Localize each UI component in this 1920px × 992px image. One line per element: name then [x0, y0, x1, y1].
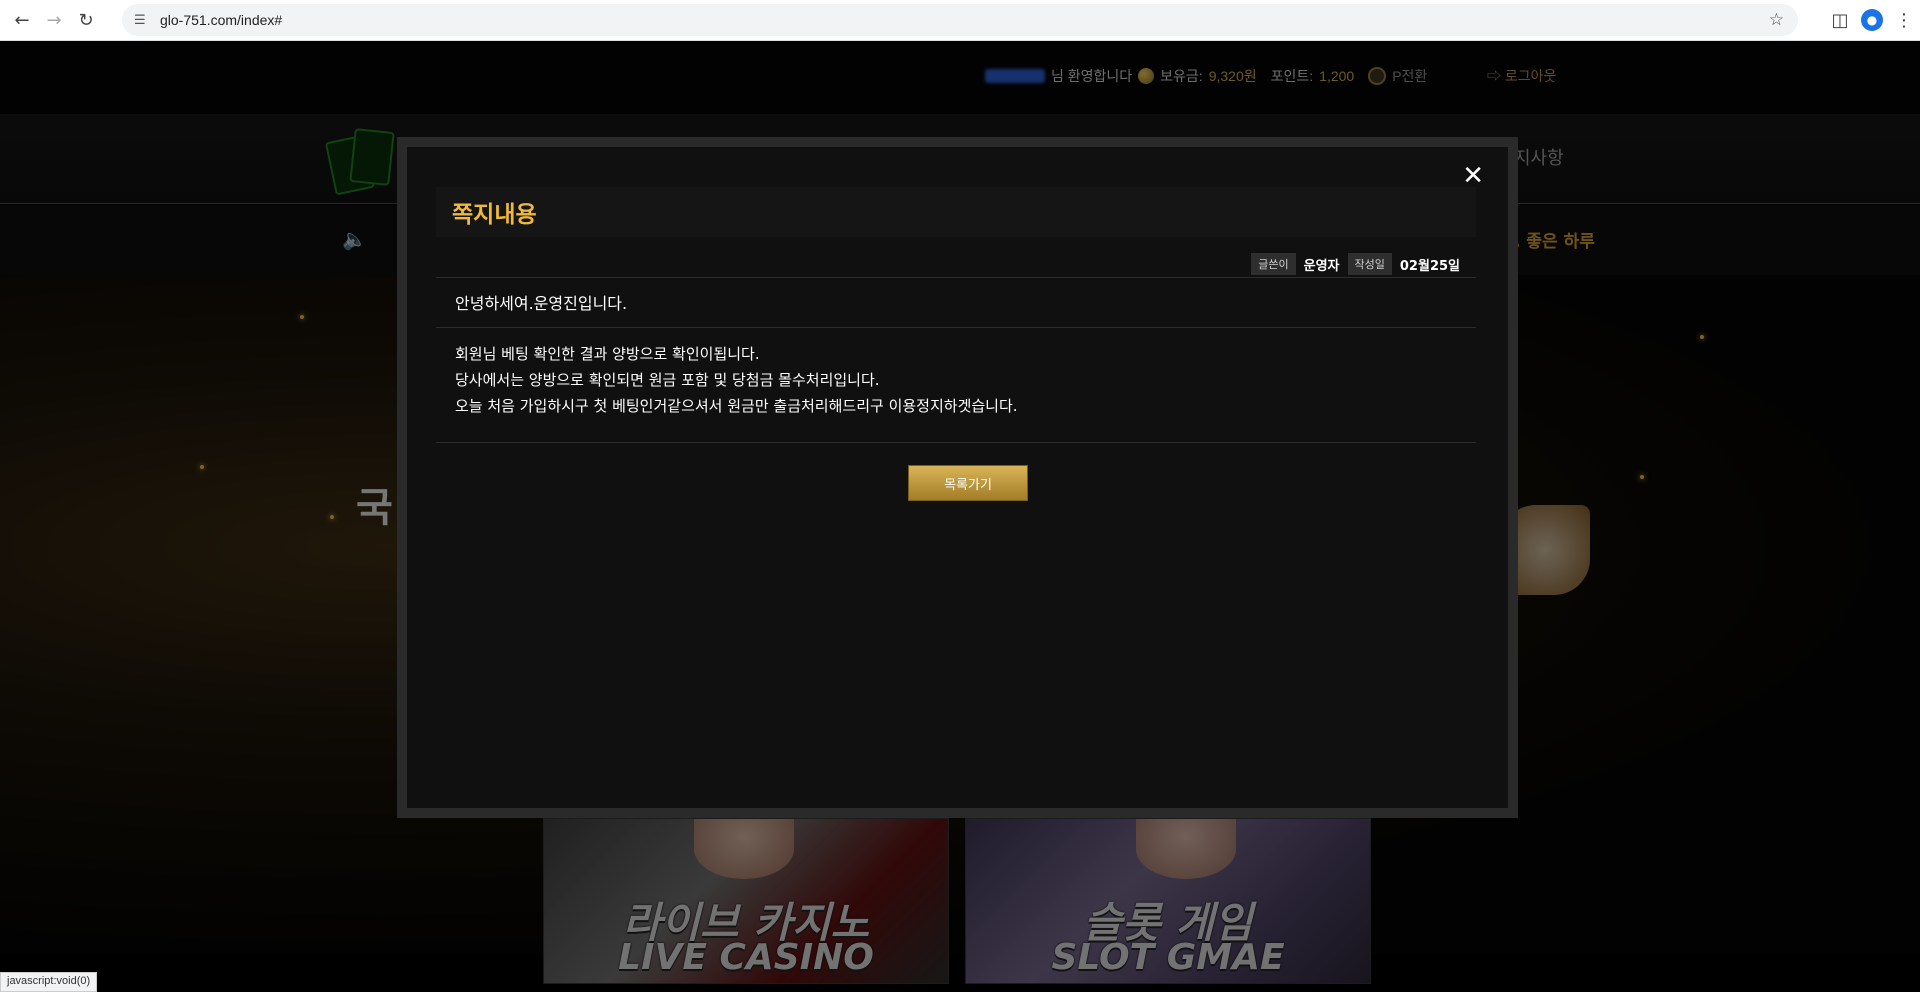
divider [436, 327, 1476, 328]
menu-dots-icon[interactable]: ⋮ [1888, 4, 1920, 36]
message-subject: 안녕하세여.운영진입니다. [455, 294, 628, 313]
author-label: 글쓴이 [1251, 253, 1296, 275]
author-value: 운영자 [1303, 258, 1340, 274]
divider [436, 442, 1476, 443]
modal-header: 쪽지내용 [436, 187, 1476, 237]
message-meta: 글쓴이 운영자 작성일 02월25일 [1251, 253, 1460, 275]
status-bar-url: javascript:void(0) [0, 972, 98, 992]
modal-title: 쪽지내용 [452, 202, 537, 228]
message-body: 회원님 베팅 확인한 결과 양방으로 확인이됩니다. 당사에서는 양방으로 확인… [455, 341, 1018, 419]
side-panel-icon[interactable]: ◫ [1824, 4, 1856, 36]
message-line: 회원님 베팅 확인한 결과 양방으로 확인이됩니다. [455, 345, 760, 363]
message-line: 당사에서는 양방으로 확인되면 원금 포함 및 당첨금 몰수처리입니다. [455, 371, 880, 389]
forward-arrow-icon[interactable]: → [38, 4, 70, 36]
reload-icon[interactable]: ↻ [70, 4, 102, 36]
back-to-list-button[interactable]: 목록가기 [908, 465, 1028, 501]
close-icon[interactable]: ✕ [1462, 163, 1484, 189]
message-line: 오늘 처음 가입하시구 첫 베팅인거같으셔서 원금만 출금처리해드리구 이용정지… [455, 397, 1018, 415]
bookmark-star-icon[interactable]: ☆ [1769, 10, 1784, 30]
divider [436, 277, 1476, 278]
message-modal-body: ✕ 쪽지내용 글쓴이 운영자 작성일 02월25일 안녕하세여.운영진입니다. … [407, 147, 1508, 808]
profile-icon[interactable]: ● [1856, 4, 1888, 36]
date-label: 작성일 [1347, 253, 1392, 275]
site-info-icon[interactable]: ☰ [134, 13, 150, 28]
back-arrow-icon[interactable]: ← [6, 4, 38, 36]
message-modal: ✕ 쪽지내용 글쓴이 운영자 작성일 02월25일 안녕하세여.운영진입니다. … [397, 137, 1518, 818]
date-value: 02월25일 [1399, 258, 1460, 274]
browser-toolbar: ← → ↻ ☰ glo-751.com/index# ☆ ◫ ● ⋮ [0, 0, 1920, 41]
address-bar[interactable]: ☰ glo-751.com/index# ☆ [122, 4, 1798, 36]
url-text[interactable]: glo-751.com/index# [160, 12, 282, 28]
browser-actions: ◫ ● ⋮ [1824, 4, 1920, 36]
